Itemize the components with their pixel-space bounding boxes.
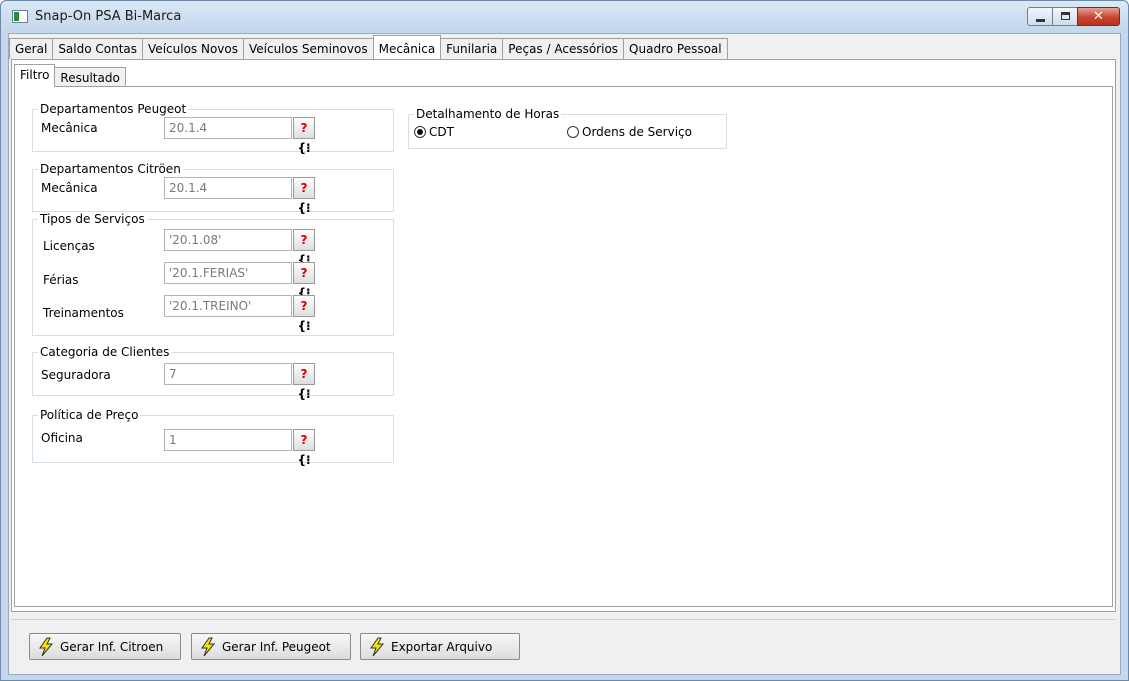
minimize-button[interactable] (1027, 7, 1053, 26)
ferias-input[interactable]: '20.1.FERIAS' (164, 262, 292, 284)
lookup-icon: ? (300, 266, 308, 280)
treinamentos-input[interactable]: '20.1.TREINO' (164, 295, 292, 317)
field-label: Mecânica (41, 121, 98, 135)
tab-saldo-contas[interactable]: Saldo Contas (52, 38, 144, 59)
close-button[interactable]: ✕ (1077, 7, 1120, 26)
group-departamentos-citroen: Departamentos Citröen Mecânica 20.1.4 ?{… (32, 162, 394, 215)
main-tabs: Geral Saldo Contas Veículos Novos Veícul… (9, 35, 728, 59)
tab-geral[interactable]: Geral (9, 38, 54, 59)
lookup-icon: ? (300, 367, 308, 381)
lookup-button[interactable]: ?{⁝ (293, 429, 315, 467)
lightning-icon (370, 637, 385, 656)
lookup-icon: ? (300, 233, 308, 247)
tab-filtro[interactable]: Filtro (14, 64, 56, 87)
gerar-inf-citroen-button[interactable]: Gerar Inf. Citroen (29, 633, 181, 660)
gerar-inf-peugeot-button[interactable]: Gerar Inf. Peugeot (191, 633, 351, 660)
lookup-icon: ? (300, 433, 308, 447)
group-title: Política de Preço (38, 408, 141, 422)
field-label: Mecânica (41, 181, 98, 195)
maximize-icon (1061, 12, 1070, 20)
field-label: Licenças (43, 239, 95, 253)
radio-unchecked-icon (567, 126, 579, 138)
filtro-panel: Departamentos Peugeot Mecânica 20.1.4 ?{… (14, 86, 1113, 607)
lookup-button[interactable]: ?{⁝ (293, 117, 315, 155)
exportar-arquivo-button[interactable]: Exportar Arquivo (360, 633, 520, 660)
window-title: Snap-On PSA Bi-Marca (35, 9, 182, 24)
field-label: Férias (43, 273, 79, 287)
title-bar[interactable]: Snap-On PSA Bi-Marca ✕ (1, 1, 1128, 32)
tab-veiculos-novos[interactable]: Veículos Novos (142, 38, 244, 59)
radio-ordens-de-servico[interactable]: Ordens de Serviço (567, 125, 692, 139)
lookup-icon: ? (300, 121, 308, 135)
app-icon (12, 10, 28, 23)
lookup-button[interactable]: ?{⁝ (293, 229, 315, 267)
lightning-icon (39, 637, 54, 656)
group-title: Departamentos Citröen (38, 162, 183, 176)
app-window: Snap-On PSA Bi-Marca ✕ Geral Saldo Conta… (0, 0, 1129, 681)
lookup-button[interactable]: ?{⁝ (293, 262, 315, 300)
client-area: Geral Saldo Contas Veículos Novos Veícul… (8, 33, 1121, 675)
oficina-input[interactable]: 1 (164, 429, 292, 451)
group-title: Tipos de Serviços (38, 212, 147, 226)
group-tipos-de-servicos: Tipos de Serviços Licenças '20.1.08' ?{⁝… (32, 212, 394, 336)
minimize-icon (1036, 19, 1045, 22)
seguradora-input[interactable]: 7 (164, 363, 292, 385)
tab-quadro-pessoal[interactable]: Quadro Pessoal (623, 38, 728, 59)
radio-cdt[interactable]: CDT (414, 125, 454, 139)
sub-tabs: Filtro Resultado (14, 64, 126, 87)
close-icon: ✕ (1093, 9, 1104, 24)
tab-mecanica[interactable]: Mecânica (372, 35, 442, 59)
radio-checked-icon (414, 126, 426, 138)
action-bar: Gerar Inf. Citroen Gerar Inf. Peugeot Ex… (11, 619, 1116, 672)
lookup-button[interactable]: ?{⁝ (293, 295, 315, 333)
field-label: Treinamentos (43, 306, 124, 320)
maximize-button[interactable] (1052, 7, 1078, 26)
lookup-button[interactable]: ?{⁝ (293, 177, 315, 215)
lookup-button[interactable]: ?{⁝ (293, 363, 315, 401)
tab-veiculos-seminovos[interactable]: Veículos Seminovos (242, 38, 374, 59)
mecanica-panel: Filtro Resultado Departamentos Peugeot M… (11, 59, 1116, 612)
tab-resultado[interactable]: Resultado (54, 67, 126, 87)
group-title: Departamentos Peugeot (38, 102, 189, 116)
lightning-icon (201, 637, 216, 656)
citroen-mecanica-input[interactable]: 20.1.4 (164, 177, 292, 199)
group-departamentos-peugeot: Departamentos Peugeot Mecânica 20.1.4 ?{… (32, 102, 394, 155)
window-controls: ✕ (1027, 7, 1120, 27)
field-label: Oficina (41, 431, 83, 445)
group-detalhamento-de-horas: Detalhamento de Horas CDT Ordens de Serv… (408, 107, 727, 149)
tab-funilaria[interactable]: Funilaria (440, 38, 504, 59)
group-categoria-de-clientes: Categoria de Clientes Seguradora 7 ?{⁝ (32, 345, 394, 401)
group-title: Detalhamento de Horas (414, 107, 562, 121)
peugeot-mecanica-input[interactable]: 20.1.4 (164, 117, 292, 139)
lookup-icon: ? (300, 181, 308, 195)
lookup-icon: ? (300, 299, 308, 313)
licencas-input[interactable]: '20.1.08' (164, 229, 292, 251)
tab-pecas-acessorios[interactable]: Peças / Acessórios (502, 38, 625, 59)
group-title: Categoria de Clientes (38, 345, 172, 359)
field-label: Seguradora (41, 368, 111, 382)
group-politica-de-preco: Política de Preço Oficina 1 ?{⁝ (32, 408, 394, 467)
